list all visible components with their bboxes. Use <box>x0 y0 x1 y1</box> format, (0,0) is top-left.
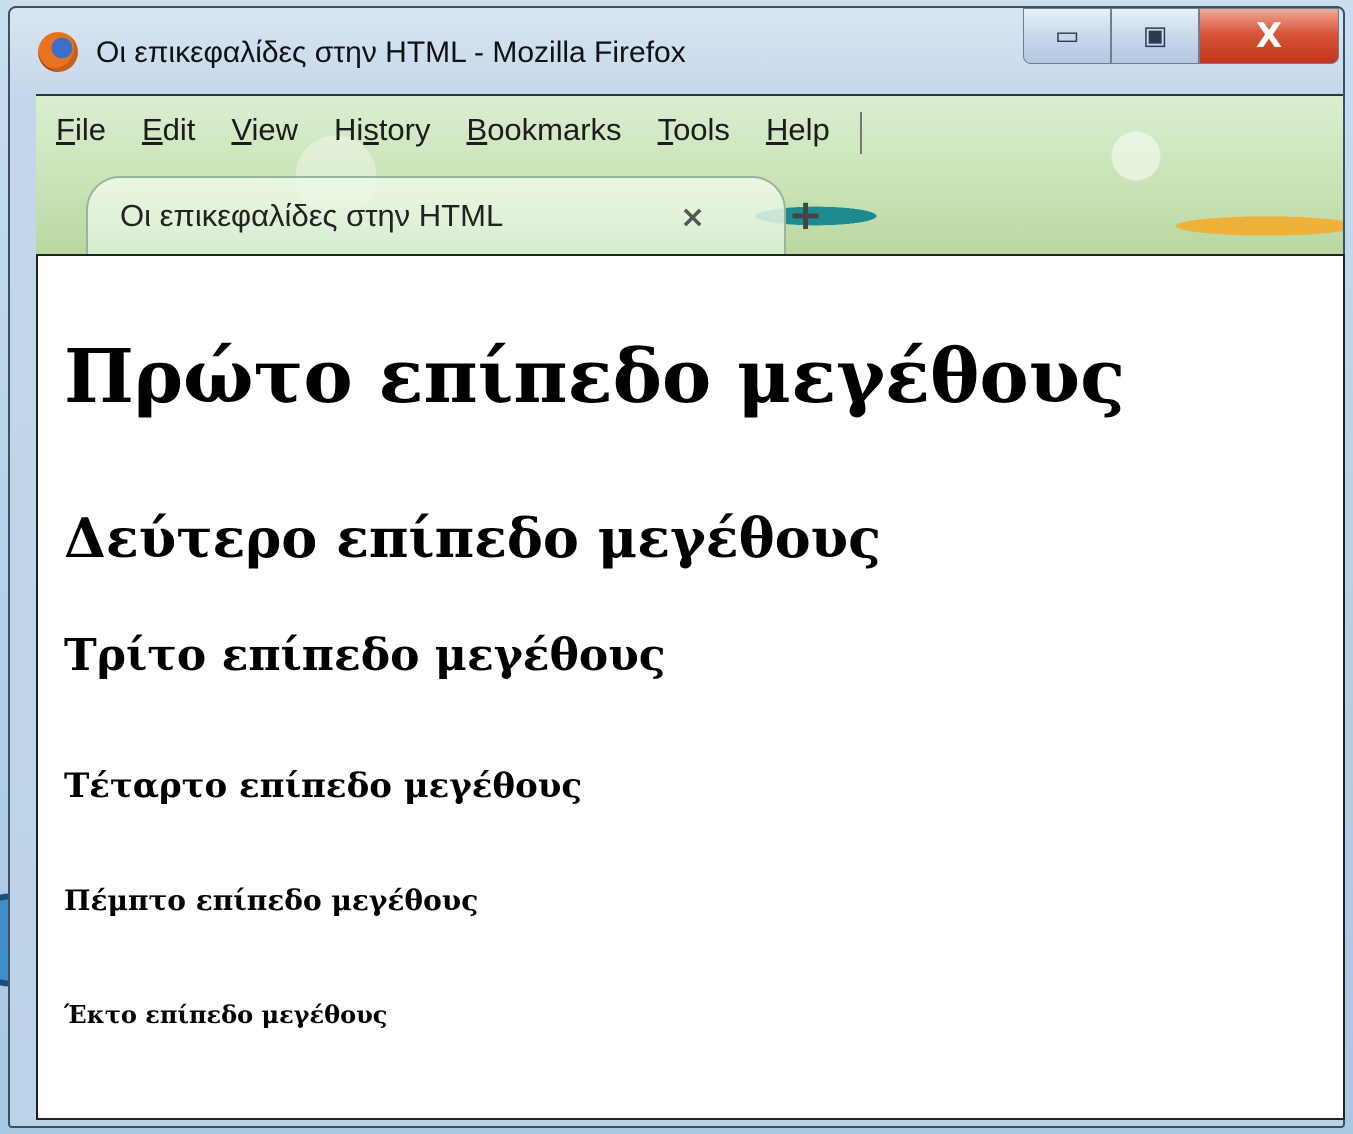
browser-window: Οι επικεφαλίδες στην HTML - Mozilla Fire… <box>8 6 1345 1128</box>
menu-edit[interactable]: Edit <box>142 110 213 154</box>
minimize-button[interactable]: ▭ <box>1023 8 1111 64</box>
menu-separator <box>859 112 862 154</box>
window-controls: ▭ ▣ X <box>1023 8 1339 64</box>
heading-level-2: Δεύτερο επίπεδο μεγέθους <box>64 506 881 570</box>
close-icon: X <box>1255 16 1283 56</box>
menu-view[interactable]: View <box>231 110 316 154</box>
close-window-button[interactable]: X <box>1199 8 1339 64</box>
minimize-icon: ▭ <box>1054 21 1080 51</box>
maximize-button[interactable]: ▣ <box>1111 8 1199 64</box>
menu-bookmarks[interactable]: Bookmarks <box>467 110 640 154</box>
maximize-icon: ▣ <box>1142 21 1168 51</box>
window-title: Οι επικεφαλίδες στην HTML - Mozilla Fire… <box>96 36 686 69</box>
tab-active[interactable]: Οι επικεφαλίδες στην HTML × <box>86 176 786 256</box>
menu-tools[interactable]: Tools <box>658 110 748 154</box>
browser-chrome: File Edit View History Bookmarks Tools H… <box>36 94 1343 256</box>
title-bar[interactable]: Οι επικεφαλίδες στην HTML - Mozilla Fire… <box>10 8 1343 94</box>
menu-bar: File Edit View History Bookmarks Tools H… <box>56 110 862 154</box>
menu-help[interactable]: Help <box>766 110 848 154</box>
menu-history[interactable]: History <box>334 110 448 154</box>
heading-level-1: Πρώτο επίπεδο μεγέθους <box>64 334 1126 420</box>
firefox-logo-icon <box>38 32 78 72</box>
heading-level-3: Τρίτο επίπεδο μεγέθους <box>64 630 666 681</box>
tab-label: Οι επικεφαλίδες στην HTML <box>120 198 504 233</box>
heading-level-4: Τέταρτο επίπεδο μεγέθους <box>64 766 583 806</box>
tab-close-icon[interactable]: × <box>680 200 705 235</box>
heading-level-6: Έκτο επίπεδο μεγέθους <box>64 1000 388 1029</box>
heading-level-5: Πέμπτο επίπεδο μεγέθους <box>64 884 479 917</box>
menu-file[interactable]: File <box>56 110 124 154</box>
page-content: Πρώτο επίπεδο μεγέθους Δεύτερο επίπεδο μ… <box>36 254 1345 1120</box>
new-tab-button[interactable]: + <box>788 190 823 239</box>
